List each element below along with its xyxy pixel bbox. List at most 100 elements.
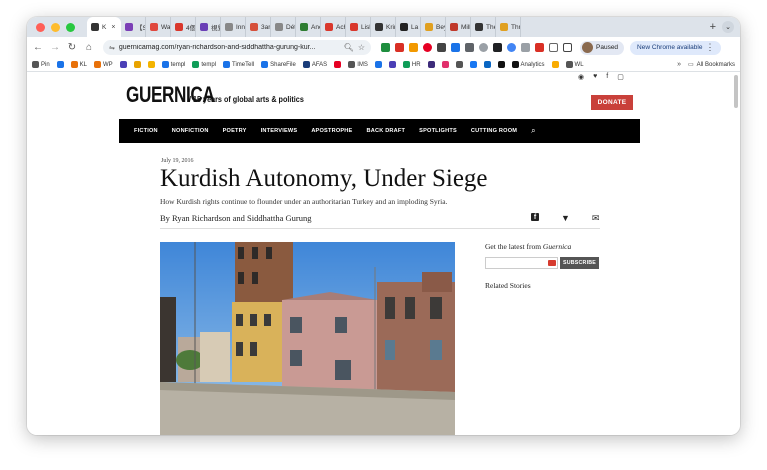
- bookmark-item[interactable]: [388, 61, 396, 68]
- extension-icon[interactable]: [493, 43, 502, 52]
- extension-icon[interactable]: [451, 43, 460, 52]
- browser-tab[interactable]: Détra: [271, 17, 296, 37]
- bookmark-item[interactable]: [334, 61, 342, 68]
- bookmark-item[interactable]: templ: [161, 61, 185, 68]
- subscribe-button[interactable]: SUBSCRIBE: [560, 257, 599, 269]
- twitter-share-icon[interactable]: ▼: [561, 213, 570, 224]
- nav-item-nonfiction[interactable]: NONFICTION: [172, 128, 209, 134]
- bookmark-item[interactable]: [374, 61, 382, 68]
- bookmark-item[interactable]: [551, 61, 559, 68]
- browser-tab[interactable]: K ×: [87, 17, 121, 37]
- chrome-update-button[interactable]: New Chrome available ⋮: [630, 40, 722, 55]
- extensions-puzzle-icon[interactable]: [549, 43, 558, 52]
- facebook-share-icon[interactable]: f: [531, 213, 539, 221]
- nav-item-interviews[interactable]: INTERVIEWS: [261, 128, 298, 134]
- bookmark-item[interactable]: [147, 61, 155, 68]
- bookmark-star-icon[interactable]: ☆: [358, 43, 365, 52]
- extension-icon[interactable]: [535, 43, 544, 52]
- nav-item-poetry[interactable]: POETRY: [223, 128, 247, 134]
- bookmark-item[interactable]: [119, 61, 127, 68]
- bookmarks-overflow-button[interactable]: »: [677, 61, 681, 68]
- extension-icon[interactable]: [479, 43, 488, 52]
- nav-item-apostrophe[interactable]: APOSTROPHE: [311, 128, 352, 134]
- nav-item-cutting-room[interactable]: CUTTING ROOM: [471, 128, 517, 134]
- extension-icon[interactable]: [507, 43, 516, 52]
- bookmark-item[interactable]: [133, 61, 141, 68]
- nav-item-back-draft[interactable]: BACK DRAFT: [366, 128, 405, 134]
- bookmark-item[interactable]: [483, 61, 491, 68]
- browser-tab[interactable]: 4個特: [171, 17, 196, 37]
- tab-close-icon[interactable]: ×: [111, 24, 115, 31]
- extension-icon[interactable]: [465, 43, 474, 52]
- extension-icon[interactable]: [521, 43, 530, 52]
- rss-icon[interactable]: ◉: [578, 73, 584, 81]
- new-tab-button[interactable]: +: [704, 21, 722, 33]
- extension-icon[interactable]: [437, 43, 446, 52]
- bookmark-item[interactable]: [427, 61, 435, 68]
- browser-tab[interactable]: 視覺: [196, 17, 221, 37]
- page-scrollbar[interactable]: [734, 75, 738, 108]
- all-bookmarks-button[interactable]: ▭ All Bookmarks: [688, 61, 735, 69]
- extension-icon[interactable]: [409, 43, 418, 52]
- email-share-icon[interactable]: ✉: [592, 213, 600, 224]
- donate-button[interactable]: DONATE: [591, 95, 633, 110]
- nav-item-fiction[interactable]: FICTION: [134, 128, 158, 134]
- extension-icon[interactable]: [381, 43, 390, 52]
- pinterest-extension-icon[interactable]: [423, 43, 432, 52]
- bookmark-item[interactable]: [56, 61, 64, 68]
- bookmark-item[interactable]: TimeTell: [223, 61, 254, 68]
- zoom-window-button[interactable]: [66, 22, 75, 32]
- site-logo[interactable]: GUERNICA / 15 years of global arts & pol…: [126, 82, 324, 108]
- bookmark-item[interactable]: WP: [94, 61, 113, 68]
- email-autofill-icon[interactable]: [548, 260, 556, 266]
- browser-tab[interactable]: Beyo: [421, 17, 446, 37]
- browser-tab[interactable]: Lisbo: [346, 17, 371, 37]
- browser-tab[interactable]: La Ul: [396, 17, 421, 37]
- bookmark-item[interactable]: IMS: [348, 61, 368, 68]
- browser-tab[interactable]: Anew: [296, 17, 321, 37]
- browser-tab[interactable]: 【Sta: [121, 17, 146, 37]
- reload-button[interactable]: ↻: [65, 41, 79, 55]
- search-icon[interactable]: 🔍︎: [344, 43, 354, 52]
- browser-tab[interactable]: Mille: [446, 17, 471, 37]
- instagram-icon[interactable]: ▢: [617, 73, 624, 81]
- close-window-button[interactable]: [36, 22, 45, 32]
- bookmark-item[interactable]: ShareFile: [261, 61, 296, 68]
- bookmark-item[interactable]: Pin: [32, 61, 50, 68]
- bookmark-item[interactable]: [455, 61, 463, 68]
- home-button[interactable]: ⌂: [82, 41, 96, 55]
- bookmark-item[interactable]: [469, 61, 477, 68]
- bookmark-item[interactable]: KL: [70, 61, 87, 68]
- side-panel-icon[interactable]: [563, 43, 572, 52]
- browser-tab[interactable]: 3ara: [246, 17, 271, 37]
- bookmark-item[interactable]: [441, 61, 449, 68]
- bookmark-item[interactable]: WL: [565, 61, 584, 68]
- url-text[interactable]: guernicamag.com/ryan-richardson-and-sidd…: [119, 44, 340, 51]
- browser-tab[interactable]: The s: [471, 17, 496, 37]
- browser-tab[interactable]: Warn: [146, 17, 171, 37]
- nav-item-spotlights[interactable]: SPOTLIGHTS: [419, 128, 457, 134]
- back-button[interactable]: ←: [31, 41, 45, 55]
- forward-button[interactable]: →: [48, 41, 62, 55]
- site-search-icon[interactable]: ⌕: [531, 126, 535, 136]
- tab-search-button[interactable]: ⌄: [722, 21, 734, 33]
- bookmark-item[interactable]: templ: [192, 61, 216, 68]
- newsletter-email-input[interactable]: [485, 257, 558, 269]
- bookmark-item[interactable]: AFAS: [302, 61, 327, 68]
- site-info-icon[interactable]: ⇋: [109, 44, 115, 52]
- facebook-icon[interactable]: f: [606, 73, 608, 81]
- bookmark-item[interactable]: [497, 61, 505, 68]
- bookmark-favicon-icon: [427, 61, 435, 68]
- extension-icon[interactable]: [395, 43, 404, 52]
- bookmark-item[interactable]: HR: [402, 61, 421, 68]
- logo-wordmark[interactable]: GUERNICA: [126, 82, 215, 108]
- browser-tab[interactable]: Krimi: [371, 17, 396, 37]
- bookmark-item[interactable]: Analytics: [511, 61, 545, 68]
- address-bar[interactable]: ⇋ guernicamag.com/ryan-richardson-and-si…: [103, 40, 371, 55]
- browser-tab[interactable]: Achte: [321, 17, 346, 37]
- browser-tab[interactable]: Thre: [496, 17, 521, 37]
- browser-tab[interactable]: Inn S: [221, 17, 246, 37]
- profile-button[interactable]: Paused: [580, 40, 625, 55]
- minimize-window-button[interactable]: [51, 22, 60, 32]
- twitter-icon[interactable]: ♥: [593, 73, 597, 81]
